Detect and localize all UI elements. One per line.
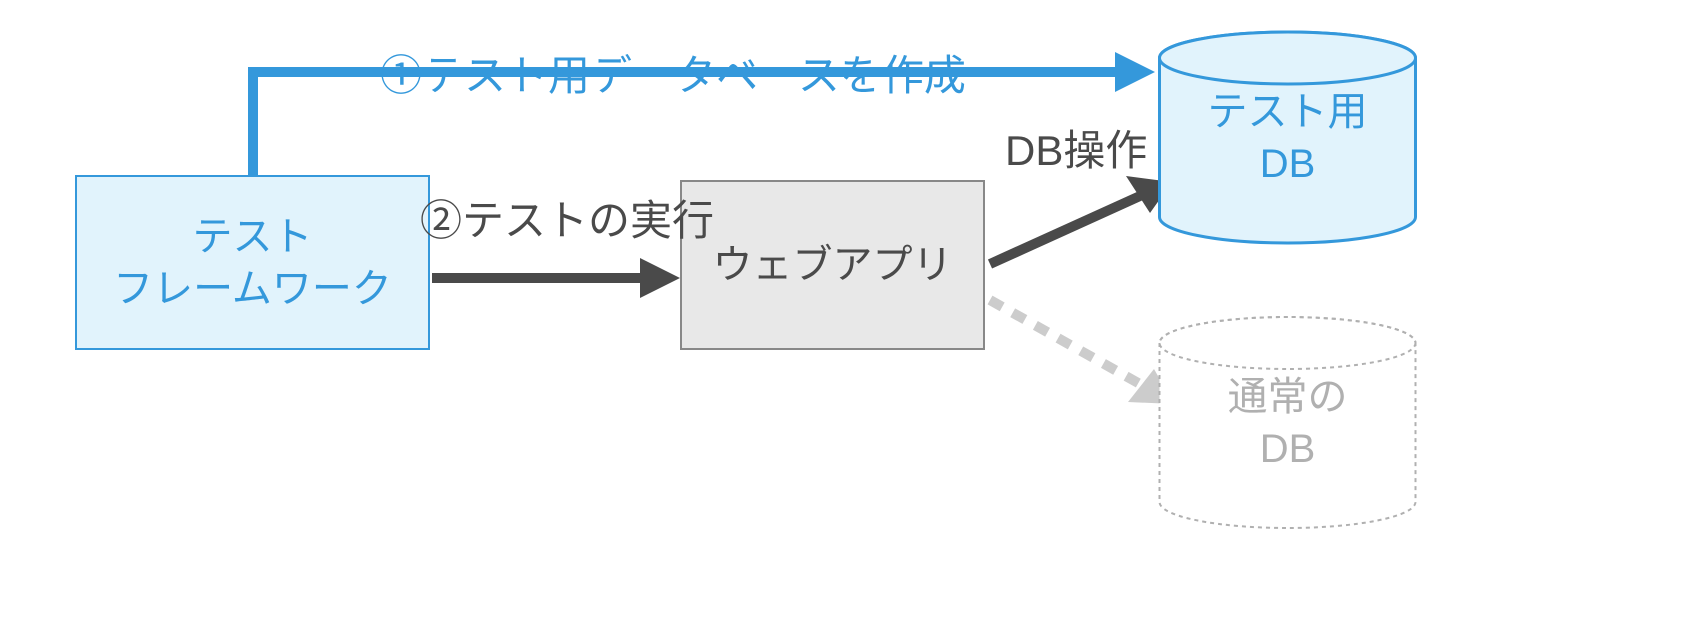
node-normal-db: 通常の DB (1155, 315, 1420, 530)
test-db-line2: DB (1260, 138, 1316, 190)
node-test-db: テスト用 DB (1155, 30, 1420, 245)
webapp-label: ウェブアプリ (713, 239, 953, 291)
framework-line2: フレームワーク (113, 263, 392, 315)
framework-line1: テスト (193, 211, 313, 263)
label-db-operation: DB操作 (1005, 130, 1147, 172)
normal-db-line2: DB (1260, 423, 1316, 475)
diagram-canvas: テスト フレームワーク ウェブアプリ テスト用 DB 通常の DB ①テスト用デ… (0, 0, 1692, 636)
normal-db-line1: 通常の (1228, 371, 1348, 423)
label-step2: ②テストの実行 (420, 200, 714, 242)
test-db-line1: テスト用 (1208, 86, 1368, 138)
node-test-framework: テスト フレームワーク (75, 175, 430, 350)
node-webapp: ウェブアプリ (680, 180, 985, 350)
label-step1: ①テスト用データベースを作成 (380, 55, 966, 97)
